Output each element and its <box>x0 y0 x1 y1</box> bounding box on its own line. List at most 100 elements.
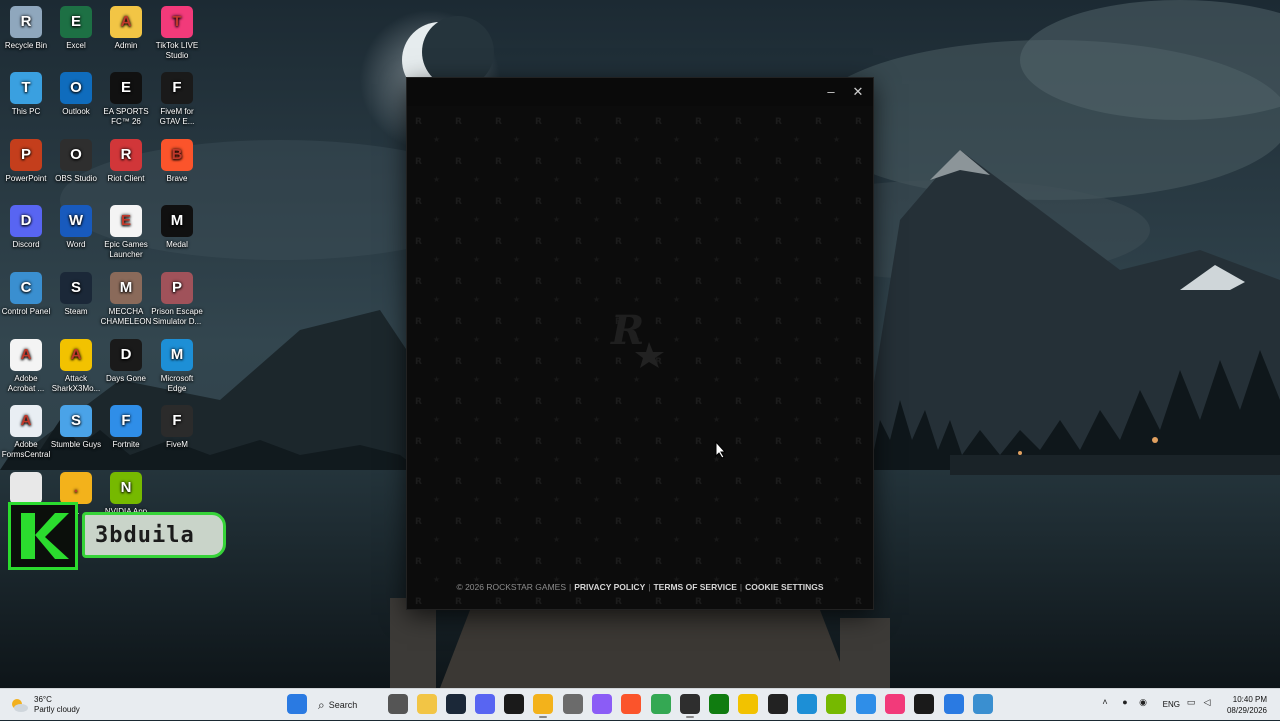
brave-icon: B <box>161 139 193 171</box>
control-panel-icon: C <box>10 272 42 304</box>
start-icon[interactable] <box>287 694 307 714</box>
edge-icon: M <box>161 339 193 371</box>
rockstar-icon[interactable] <box>533 694 553 718</box>
edge-icon[interactable] <box>797 694 817 714</box>
desktop-icon[interactable]: C Control Panel <box>0 272 52 317</box>
desktop-icon-label: Fortnite <box>112 440 140 449</box>
desktop-icon[interactable]: E Epic Games Launcher <box>100 205 152 260</box>
desktop-icon[interactable]: P Prison Escape Simulator D... <box>151 272 203 327</box>
desktop-icon[interactable]: E Excel <box>50 6 102 51</box>
task-view-icon[interactable] <box>388 694 408 714</box>
file-explorer-icon[interactable] <box>417 694 437 714</box>
fortnite-icon: F <box>110 405 142 437</box>
desktop-icon-label: Brave <box>166 174 188 183</box>
game-icon: P <box>161 272 193 304</box>
app-installer-icon[interactable] <box>973 694 993 714</box>
desktop-icon[interactable]: M Microsoft Edge <box>151 339 203 394</box>
monitor-icon: T <box>10 72 42 104</box>
chevron-up-icon[interactable]: ˄ <box>1098 697 1112 707</box>
obs-icon[interactable] <box>680 694 700 718</box>
weather-widget[interactable]: 36°C Partly cloudy <box>10 693 80 717</box>
powerpoint-icon: P <box>10 139 42 171</box>
weather-temp: 36°C <box>34 695 52 704</box>
desktop-icon[interactable]: O Outlook <box>50 72 102 117</box>
desktop-icon[interactable]: F FiveM for GTAV E... <box>151 72 203 127</box>
desktop-icon[interactable]: S Stumble Guys <box>50 405 102 450</box>
desktop-icon[interactable]: D Days Gone <box>100 339 152 384</box>
cookie-settings-link[interactable]: COOKIE SETTINGS <box>745 582 823 592</box>
rockstar-launcher-window: – ✕ R ★ R © 2026 ROCKSTAR GAMES|PRIVACY … <box>407 78 873 609</box>
desktop-icon[interactable]: M Medal <box>151 205 203 250</box>
fivem-icon[interactable] <box>504 694 524 714</box>
desktop-icon[interactable]: T This PC <box>0 72 52 117</box>
tiktok-icon: T <box>161 6 193 38</box>
desktop-icon[interactable]: M MECCHA CHAMELEON <box>100 272 152 327</box>
window-titlebar[interactable]: – ✕ <box>407 78 873 106</box>
search-box[interactable]: ⌕ Search <box>318 694 378 716</box>
desktop-icon[interactable]: W Word <box>50 205 102 250</box>
overlay-logo-box <box>8 502 78 570</box>
k-logo-icon <box>21 513 69 559</box>
desktop-icon[interactable]: P PowerPoint <box>0 139 52 184</box>
desktop-icon-label: Adobe Acrobat ... <box>7 374 45 393</box>
terms-of-service-link[interactable]: TERMS OF SERVICE <box>653 582 736 592</box>
desktop-icon-label: Admin <box>114 41 138 50</box>
desktop-icon-label: Word <box>66 240 86 249</box>
desktop-icon[interactable]: O OBS Studio <box>50 139 102 184</box>
desktop-icon-label: FiveM for GTAV E... <box>159 107 195 126</box>
overlay-streamer-name: 3bduila <box>95 522 195 548</box>
volume-icon[interactable]: ◁ <box>1200 697 1214 708</box>
tiktok-icon[interactable] <box>885 694 905 714</box>
desktop-icon-label: Adobe FormsCentral <box>1 440 51 459</box>
steam-icon: S <box>60 272 92 304</box>
desktop-icon-label: Microsoft Edge <box>160 374 194 393</box>
desktop-icon[interactable]: E EA SPORTS FC™ 26 <box>100 72 152 127</box>
desktop-icon[interactable]: R Recycle Bin <box>0 6 52 51</box>
outlook-icon: O <box>60 72 92 104</box>
desktop-icon[interactable]: B Brave <box>151 139 203 184</box>
privacy-policy-link[interactable]: PRIVACY POLICY <box>574 582 645 592</box>
steam-icon[interactable] <box>446 694 466 714</box>
store-icon[interactable] <box>944 694 964 714</box>
language-indicator[interactable]: ENG <box>1163 700 1180 709</box>
ea-icon[interactable] <box>768 694 788 714</box>
nvidia-icon[interactable] <box>826 694 846 714</box>
desktop-icon-label: FiveM <box>166 440 188 449</box>
clock[interactable]: 10:40 PM 08/29/2026 <box>1227 694 1267 716</box>
settings-icon[interactable] <box>563 694 583 714</box>
desktop-icon[interactable]: F Fortnite <box>100 405 152 450</box>
desktop-icon[interactable]: R Riot Client <box>100 139 152 184</box>
fivem-icon[interactable] <box>914 694 934 714</box>
desktop-icon[interactable]: A Adobe FormsCentral <box>0 405 52 460</box>
location-icon[interactable]: ◉ <box>1136 697 1150 708</box>
svg-text:R: R <box>610 307 644 354</box>
desktop-icon[interactable]: A Adobe Acrobat ... <box>0 339 52 394</box>
desktop-icon-label: EA SPORTS FC™ 26 <box>103 107 149 126</box>
discord-icon[interactable] <box>475 694 495 714</box>
desktop-icon-label: Days Gone <box>105 374 147 383</box>
desktop-icon[interactable]: S Steam <box>50 272 102 317</box>
fivem-icon: F <box>161 72 193 104</box>
close-button[interactable]: ✕ <box>848 82 868 102</box>
desktop-icon-label: Discord <box>12 240 40 249</box>
shark-icon[interactable] <box>738 694 758 714</box>
microphone-icon[interactable]: ● <box>1118 697 1132 707</box>
desktop-icon[interactable]: T TikTok LIVE Studio <box>151 6 203 61</box>
chrome-icon[interactable] <box>651 694 671 714</box>
clock-date: 08/29/2026 <box>1226 706 1267 715</box>
desktop-icon[interactable]: A Attack SharkX3Mo... <box>50 339 102 394</box>
xbox-icon[interactable] <box>709 694 729 714</box>
brave-icon[interactable] <box>621 694 641 714</box>
desktop-icon[interactable]: D Discord <box>0 205 52 250</box>
desktop-icon-label: Attack SharkX3Mo... <box>51 374 101 393</box>
desktop-icon[interactable]: A Admin <box>100 6 152 51</box>
desktop-icon[interactable]: F FiveM <box>151 405 203 450</box>
ea-fc-icon: E <box>110 72 142 104</box>
excel-icon: E <box>60 6 92 38</box>
discord-icon: D <box>10 205 42 237</box>
network-icon[interactable]: ▭ <box>1184 697 1198 708</box>
minimize-button[interactable]: – <box>821 82 841 102</box>
fortnite-icon[interactable] <box>856 694 876 714</box>
launcher-footer: © 2026 ROCKSTAR GAMES | PRIVACY POLICY | TER… <box>456 582 824 592</box>
app-icon[interactable] <box>592 694 612 714</box>
